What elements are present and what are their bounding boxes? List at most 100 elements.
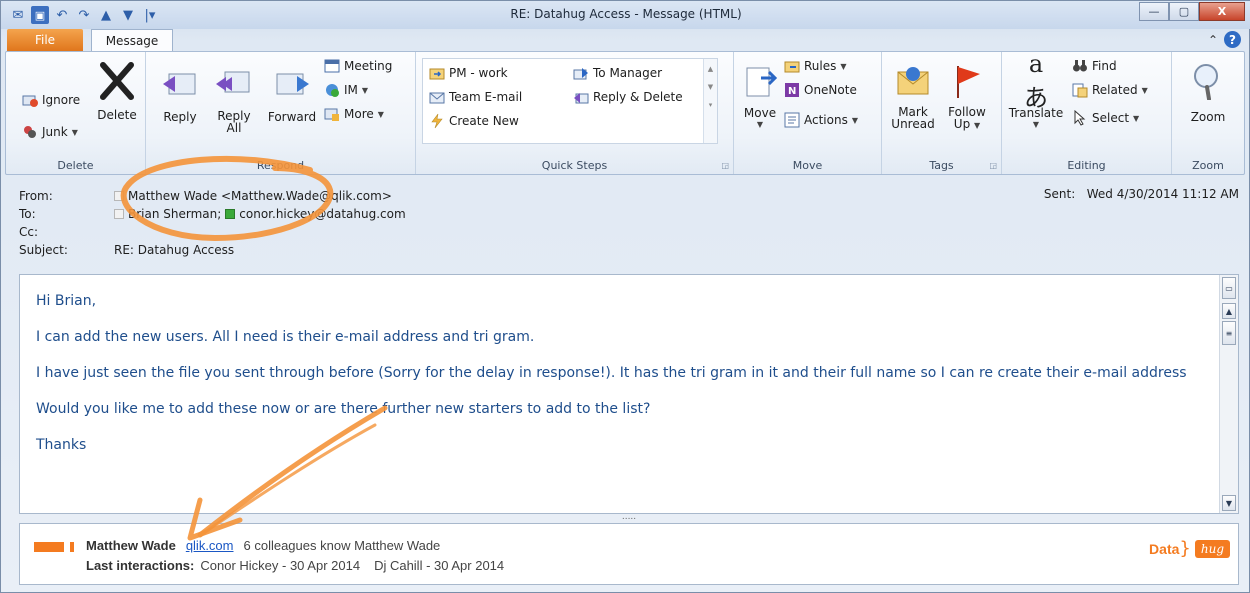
group-label-respond: Respond [256,159,305,172]
delete-x-icon [98,62,136,100]
rules-button[interactable]: Rules ▼ [784,58,847,74]
dropdown-arrow-icon: ▼ [851,115,858,125]
window-title: RE: Datahug Access - Message (HTML) [510,7,742,21]
related-button[interactable]: Related ▼ [1072,82,1148,98]
minimize-button[interactable]: — [1139,2,1169,21]
interaction-item-1: Conor Hickey - 30 Apr 2014 [200,558,361,573]
actions-button[interactable]: Actions ▼ [784,112,858,128]
cc-row: Cc: [19,223,1239,241]
split-view-icon[interactable]: ▭ [1222,277,1236,299]
reply-all-icon [215,62,253,100]
scroll-up-button[interactable]: ▲ [1222,303,1236,319]
junk-icon [22,124,38,140]
body-paragraph-3: Would you like me to add these now or ar… [36,401,651,417]
quick-steps-scrollbar[interactable]: ▲ ▼ ▾ [703,59,717,143]
pane-splitter[interactable]: ..... [19,513,1239,523]
subject-row: Subject: RE: Datahug Access [19,241,1239,259]
ignore-icon [22,92,38,108]
expand-gallery-icon[interactable]: ▾ [704,101,717,109]
subject-value: RE: Datahug Access [114,243,235,257]
move-button[interactable]: Move ▼ [740,62,780,129]
forward-icon [273,62,311,100]
dropdown-arrow-icon: ▼ [1032,120,1040,129]
to-row: To: Brian Sherman; conor.hickey@datahug.… [19,205,1239,223]
scroll-thumb[interactable]: ≡ [1222,321,1236,345]
outlook-message-window: ✉ ▣ ↶ ↷ ▲ ▼ |▾ RE: Datahug Access - Mess… [0,0,1250,593]
sent-info: Sent: Wed 4/30/2014 11:12 AM [1044,187,1239,201]
scroll-down-icon[interactable]: ▼ [704,83,717,91]
quick-steps-group: PM - work Team E-mail Create New To Mana… [416,52,734,174]
follow-up-button[interactable]: Follow Up ▼ [942,62,992,132]
tab-file[interactable]: File [7,29,83,51]
from-label: From: [19,189,53,203]
contact-domain-link[interactable]: qlik.com [186,538,234,553]
team-email-icon [429,89,445,105]
presence-indicator [114,191,124,201]
reply-delete-icon [573,89,589,105]
ribbon-tabs: File Message ⌃ ? [1,29,1250,51]
group-label-tags: Tags [929,159,954,172]
lightning-icon [429,113,445,129]
find-button[interactable]: Find [1072,58,1117,74]
ribbon: Ignore Junk ▼ Delete Delete Reply Reply … [5,50,1245,175]
group-label-delete: Delete [57,159,94,172]
quick-step-reply-delete[interactable]: Reply & Delete [573,89,683,105]
select-button[interactable]: Select ▼ [1072,110,1139,126]
scroll-down-button[interactable]: ▼ [1222,495,1236,511]
scroll-up-icon[interactable]: ▲ [704,65,717,73]
delete-button[interactable]: Delete [94,62,140,122]
message-body[interactable]: Hi Brian, I can add the new users. All I… [19,274,1239,514]
cc-label: Cc: [19,225,39,239]
reply-button[interactable]: Reply [154,62,206,124]
translate-button[interactable]: aあ Translate ▼ [1006,50,1066,130]
datahug-logo[interactable]: Data } hug [1149,538,1230,559]
im-button[interactable]: IM ▼ [324,82,368,98]
flag-icon [948,62,986,100]
im-icon [324,82,340,98]
zoom-button[interactable]: Zoom [1180,62,1236,124]
sent-value: Wed 4/30/2014 11:12 AM [1086,187,1239,201]
close-button[interactable]: X [1199,2,1245,21]
colleagues-know-text: 6 colleagues know Matthew Wade [243,538,441,553]
to-manager-icon [573,65,589,81]
quick-step-to-manager[interactable]: To Manager [573,65,662,81]
dropdown-arrow-icon: ▼ [71,127,78,137]
from-value[interactable]: Matthew Wade <Matthew.Wade@qlik.com> [128,189,392,203]
junk-button[interactable]: Junk ▼ [22,124,78,140]
interaction-item-2: Dj Cahill - 30 Apr 2014 [374,558,505,573]
rules-icon [784,58,800,74]
quick-step-pm-work[interactable]: PM - work [429,65,508,81]
onenote-icon: N [784,82,800,98]
minimize-ribbon-icon[interactable]: ⌃ [1208,33,1218,47]
forward-button[interactable]: Forward [262,62,322,124]
subject-label: Subject: [19,243,68,257]
move-group: Move ▼ Rules ▼ N OneNote Actions ▼ Move [734,52,882,174]
magnifier-icon [1189,62,1227,100]
ignore-button[interactable]: Ignore [22,92,80,108]
dialog-launcher-icon[interactable]: ◲ [721,161,729,170]
to-recipient-1[interactable]: Brian Sherman; [128,207,221,221]
dialog-launcher-icon[interactable]: ◲ [989,161,997,170]
quick-step-team-email[interactable]: Team E-mail [429,89,522,105]
respond-group: Reply Reply All Forward Meeting IM ▼ Mor… [146,52,416,174]
contact-name: Matthew Wade [86,538,176,553]
mark-unread-button[interactable]: Mark Unread [888,62,938,130]
presence-online-icon [225,209,236,219]
tab-message[interactable]: Message [91,29,173,51]
quick-step-create-new[interactable]: Create New [429,113,519,129]
help-icon[interactable]: ? [1224,31,1241,48]
reply-all-button[interactable]: Reply All [208,62,260,134]
body-scrollbar[interactable]: ▭ ▲ ≡ ▼ [1219,275,1238,513]
body-closing: Thanks [36,437,87,453]
from-row: From: Matthew Wade <Matthew.Wade@qlik.co… [19,187,1239,205]
zoom-group: Zoom Zoom [1172,52,1244,174]
group-label-quick-steps: Quick Steps [541,159,608,172]
group-label-editing: Editing [1067,159,1106,172]
onenote-button[interactable]: N OneNote [784,82,857,98]
to-recipient-2[interactable]: conor.hickey@datahug.com [239,207,405,221]
more-respond-button[interactable]: More ▼ [324,106,384,122]
maximize-button[interactable]: ▢ [1169,2,1199,21]
meeting-button[interactable]: Meeting [324,58,392,74]
sent-label: Sent: [1043,187,1076,201]
binoculars-icon [1072,58,1088,74]
